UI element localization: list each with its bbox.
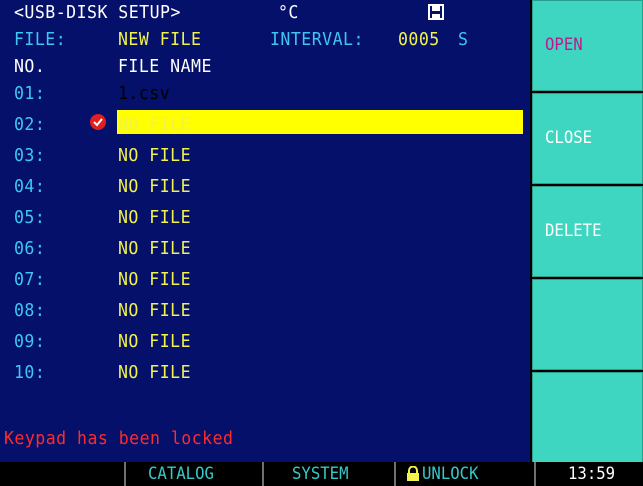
status-message: Keypad has been locked — [4, 428, 234, 449]
row-file-name[interactable]: NO FILE — [118, 145, 191, 167]
delete-button-label: DELETE — [545, 221, 602, 241]
row-file-name[interactable]: NO FILE — [118, 362, 191, 384]
page-title: <USB-DISK SETUP> — [14, 2, 181, 23]
usb-disk-setup-panel: <USB-DISK SETUP> °C FILE: NEW FILE INTER… — [0, 0, 530, 462]
file-label: FILE: — [14, 29, 67, 50]
row-number: 02: — [14, 114, 46, 135]
delete-button[interactable]: DELETE — [532, 186, 643, 277]
row-number: 03: — [14, 145, 46, 166]
softkey-5-button[interactable] — [532, 372, 643, 463]
system-tab[interactable]: SYSTEM — [292, 463, 349, 485]
padlock-icon — [407, 466, 419, 481]
interval-label: INTERVAL: — [270, 29, 364, 50]
row-number: 01: — [14, 83, 46, 104]
row-file-name[interactable]: 1.csv — [118, 83, 170, 105]
catalog-tab[interactable]: CATALOG — [148, 463, 214, 485]
row-file-name[interactable]: NO FILE — [118, 300, 191, 322]
softkey-panel: OPEN CLOSE DELETE — [530, 0, 643, 463]
close-button[interactable]: CLOSE — [532, 93, 643, 184]
device-screen: <USB-DISK SETUP> °C FILE: NEW FILE INTER… — [0, 0, 643, 486]
status-divider — [534, 462, 536, 486]
row-number: 04: — [14, 176, 46, 197]
status-divider — [262, 462, 264, 486]
row-file-name[interactable]: NO FILE — [118, 207, 191, 229]
row-file-name[interactable]: NO FILE — [118, 269, 191, 291]
row-number: 10: — [14, 362, 46, 383]
row-file-name[interactable]: NO FILE — [118, 114, 191, 136]
open-button[interactable]: OPEN — [532, 0, 643, 91]
column-header-no: NO. — [14, 56, 46, 77]
temperature-unit: °C — [278, 2, 299, 23]
row-number: 06: — [14, 238, 46, 259]
row-file-name[interactable]: NO FILE — [118, 176, 191, 198]
column-header-file-name: FILE NAME — [118, 56, 212, 77]
row-number: 09: — [14, 331, 46, 352]
interval-unit: S — [458, 29, 469, 50]
selected-check-icon — [90, 114, 106, 130]
status-divider — [124, 462, 126, 486]
floppy-disk-icon — [428, 4, 444, 20]
close-button-label: CLOSE — [545, 128, 593, 148]
status-divider — [394, 462, 396, 486]
row-file-name[interactable]: NO FILE — [118, 238, 191, 260]
row-file-name[interactable]: NO FILE — [118, 331, 191, 353]
softkey-4-button[interactable] — [532, 279, 643, 370]
row-number: 07: — [14, 269, 46, 290]
row-number: 05: — [14, 207, 46, 228]
open-button-label: OPEN — [545, 35, 583, 55]
interval-value[interactable]: 0005 — [398, 29, 440, 51]
row-number: 08: — [14, 300, 46, 321]
clock: 13:59 — [568, 464, 616, 484]
unlock-status[interactable]: UNLOCK — [422, 463, 479, 485]
file-value[interactable]: NEW FILE — [118, 29, 201, 51]
